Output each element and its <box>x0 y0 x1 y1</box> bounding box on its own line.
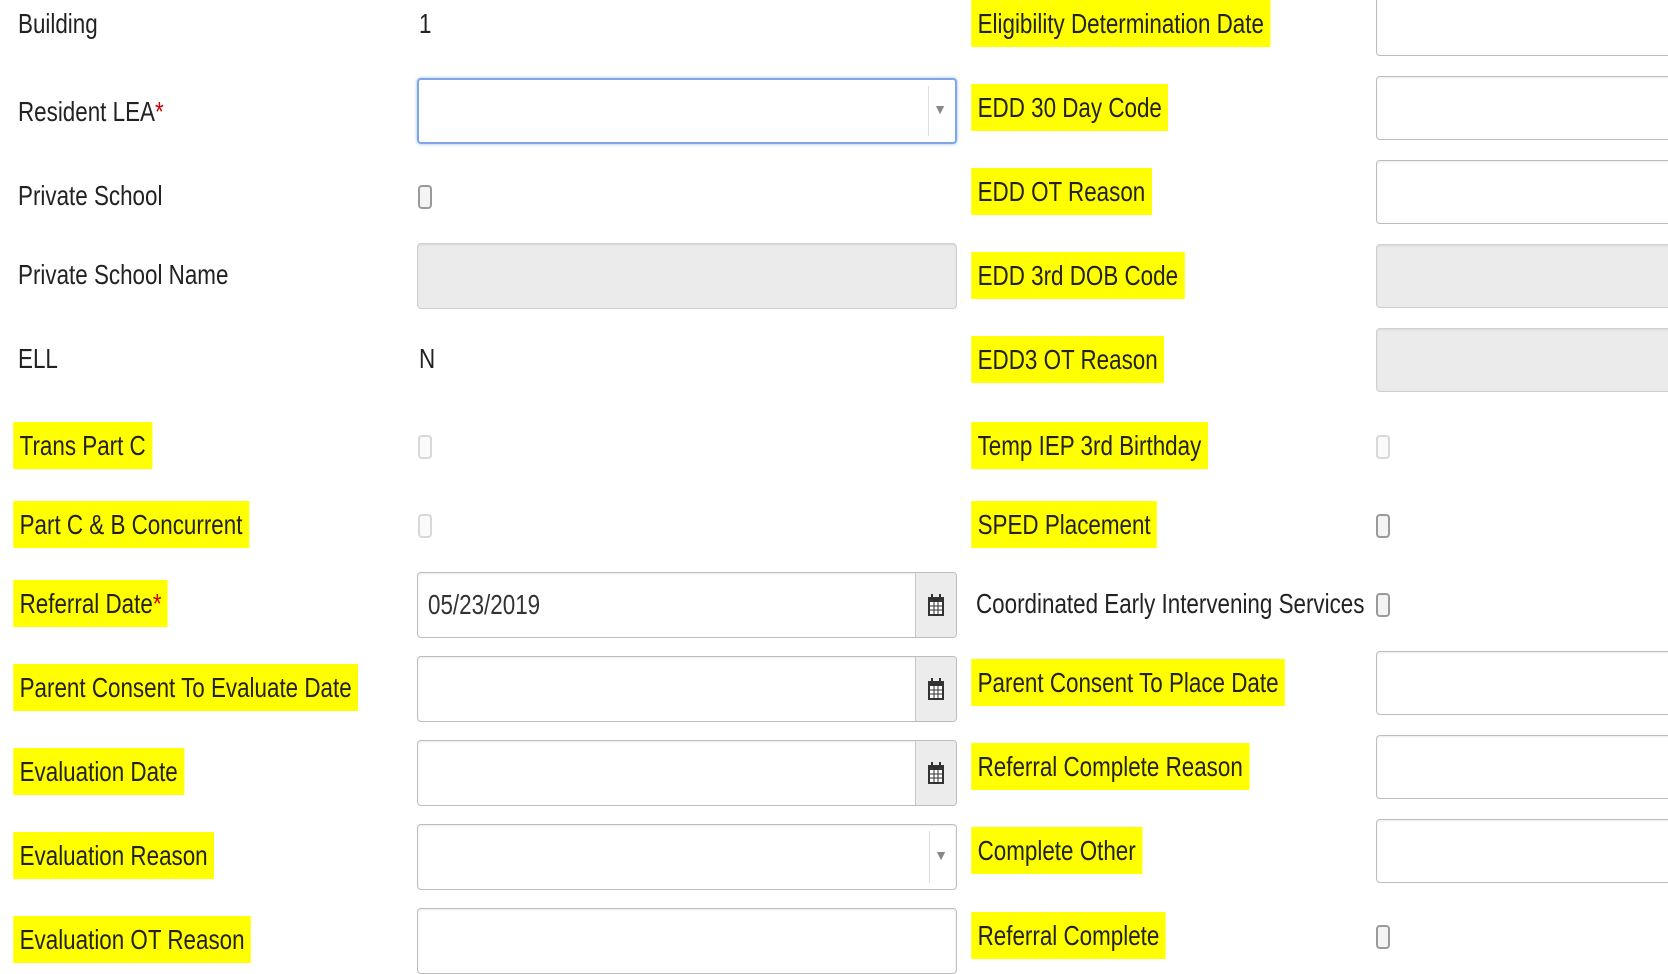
complete-other-input[interactable] <box>1376 819 1668 883</box>
part-c-b-concurrent-checkbox <box>418 514 432 538</box>
edd3-ot-reason-input <box>1376 328 1668 392</box>
evaluation-ot-reason-label: Evaluation OT Reason <box>13 916 251 963</box>
sped-placement-label: SPED Placement <box>971 501 1158 548</box>
ell-label: ELL <box>18 343 58 374</box>
referral-date-input[interactable]: 05/23/2019 <box>417 572 957 638</box>
chevron-down-icon: ▼ <box>934 847 948 863</box>
edd-3rd-dob-code-input <box>1376 244 1668 308</box>
private-school-checkbox[interactable] <box>418 185 432 209</box>
evaluation-reason-select[interactable]: ▼ <box>417 824 957 890</box>
calendar-icon <box>928 678 944 700</box>
building-label: Building <box>18 8 98 39</box>
temp-iep-3rd-birthday-checkbox <box>1376 435 1390 459</box>
complete-other-label: Complete Other <box>971 827 1143 874</box>
edd-3rd-dob-code-label: EDD 3rd DOB Code <box>971 252 1185 299</box>
edd-30-day-code-label: EDD 30 Day Code <box>971 84 1169 131</box>
building-value: 1 <box>419 8 432 39</box>
referral-date-label: Referral Date* <box>13 580 168 627</box>
edd-ot-reason-label: EDD OT Reason <box>971 168 1152 215</box>
trans-part-c-label: Trans Part C <box>13 422 153 469</box>
chevron-down-icon: ▼ <box>933 101 947 117</box>
edd-30-day-code-input[interactable] <box>1376 76 1668 140</box>
referral-complete-reason-label: Referral Complete Reason <box>971 743 1250 790</box>
referral-complete-label: Referral Complete <box>971 912 1166 959</box>
referral-date-calendar-button[interactable] <box>915 573 956 637</box>
parent-consent-place-input[interactable] <box>1376 651 1668 715</box>
resident-lea-select[interactable]: ▼ <box>417 78 957 144</box>
edd-ot-reason-input[interactable] <box>1376 160 1668 224</box>
resident-lea-label: Resident LEA* <box>18 96 164 127</box>
edd3-ot-reason-label: EDD3 OT Reason <box>971 336 1165 383</box>
parent-consent-evaluate-input[interactable] <box>417 656 957 722</box>
eligibility-determination-date-input[interactable] <box>1376 0 1668 56</box>
evaluation-reason-label: Evaluation Reason <box>13 832 215 879</box>
evaluation-ot-reason-input[interactable] <box>417 908 957 974</box>
sped-placement-checkbox[interactable] <box>1376 514 1390 538</box>
eligibility-determination-date-label: Eligibility Determination Date <box>971 0 1271 47</box>
trans-part-c-checkbox <box>418 435 432 459</box>
private-school-label: Private School <box>18 180 163 211</box>
temp-iep-3rd-birthday-label: Temp IEP 3rd Birthday <box>971 422 1208 469</box>
parent-consent-evaluate-label: Parent Consent To Evaluate Date <box>13 664 359 711</box>
private-school-name-input <box>417 243 957 309</box>
part-c-b-concurrent-label: Part C & B Concurrent <box>13 501 249 548</box>
referral-complete-reason-input[interactable] <box>1376 735 1668 799</box>
coordinated-early-intervening-checkbox[interactable] <box>1376 593 1390 617</box>
coordinated-early-intervening-label: Coordinated Early Intervening Services <box>976 588 1365 619</box>
parent-consent-evaluate-calendar-button[interactable] <box>915 657 956 721</box>
calendar-icon <box>928 762 944 784</box>
private-school-name-label: Private School Name <box>18 259 229 290</box>
evaluation-date-label: Evaluation Date <box>13 748 185 795</box>
evaluation-date-calendar-button[interactable] <box>915 741 956 805</box>
ell-value: N <box>419 343 436 374</box>
referral-complete-checkbox[interactable] <box>1376 925 1390 949</box>
evaluation-date-input[interactable] <box>417 740 957 806</box>
calendar-icon <box>928 594 944 616</box>
parent-consent-place-label: Parent Consent To Place Date <box>971 659 1285 706</box>
